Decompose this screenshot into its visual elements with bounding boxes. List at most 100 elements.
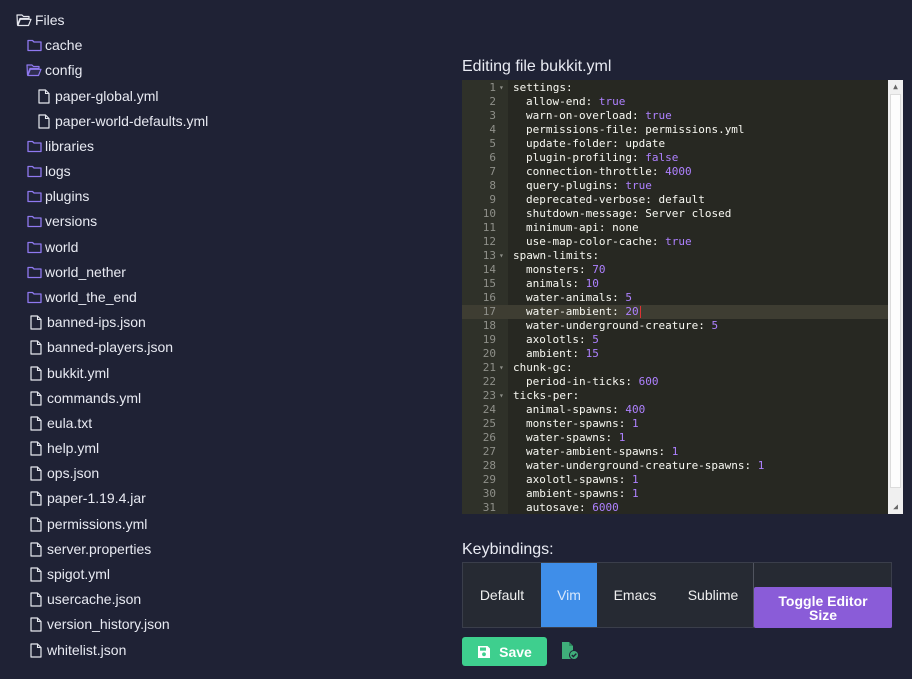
- code-line[interactable]: 7 connection-throttle: 4000: [462, 165, 888, 179]
- folder-item-logs[interactable]: logs: [26, 160, 71, 182]
- yaml-value: 20: [625, 305, 639, 318]
- line-number: 15: [482, 277, 496, 290]
- keybinding-sublime-button[interactable]: Sublime: [673, 563, 753, 627]
- code-line[interactable]: 12 use-map-color-cache: true: [462, 235, 888, 249]
- fold-arrow-icon[interactable]: ▾: [499, 81, 507, 95]
- file-item-paper-world-defaults-yml[interactable]: paper-world-defaults.yml: [36, 110, 208, 132]
- fold-arrow-icon[interactable]: ▾: [499, 361, 507, 375]
- code-line[interactable]: 4 permissions-file: permissions.yml: [462, 123, 888, 137]
- file-icon: [28, 516, 44, 532]
- save-button[interactable]: Save: [462, 637, 547, 666]
- code-line[interactable]: 14 monsters: 70: [462, 263, 888, 277]
- code-line[interactable]: 31 autosave: 6000: [462, 501, 888, 514]
- folder-icon: [26, 264, 42, 280]
- file-item-paper-1-19-4-jar[interactable]: paper-1.19.4.jar: [28, 487, 146, 509]
- file-item-version-history-json[interactable]: version_history.json: [28, 613, 170, 635]
- line-number: 31: [482, 501, 496, 514]
- code-line[interactable]: 21 ▾ chunk-gc:: [462, 361, 888, 375]
- file-item-spigot-yml[interactable]: spigot.yml: [28, 563, 110, 585]
- tree-item-label: spigot.yml: [47, 566, 111, 582]
- file-item-whitelist-json[interactable]: whitelist.json: [28, 639, 126, 661]
- tree-root-files[interactable]: Files: [16, 9, 65, 31]
- yaml-key: period-in-ticks: [526, 375, 626, 388]
- folder-item-config[interactable]: config: [26, 59, 82, 81]
- code-text: allow-end: true: [526, 95, 626, 108]
- code-editor[interactable]: 1 ▾ settings: 2 allow-end: true 3 warn-on-over…: [462, 80, 903, 514]
- code-line[interactable]: 25 monster-spawns: 1: [462, 417, 888, 431]
- keybinding-vim-button[interactable]: Vim: [541, 563, 597, 627]
- code-line[interactable]: 22 period-in-ticks: 600: [462, 375, 888, 389]
- file-item-permissions-yml[interactable]: permissions.yml: [28, 513, 147, 535]
- code-line[interactable]: 18 water-underground-creature: 5: [462, 319, 888, 333]
- file-item-eula-txt[interactable]: eula.txt: [28, 412, 92, 434]
- code-line[interactable]: 6 plugin-profiling: false: [462, 151, 888, 165]
- file-item-help-yml[interactable]: help.yml: [28, 437, 99, 459]
- code-line[interactable]: 26 water-spawns: 1: [462, 431, 888, 445]
- code-line[interactable]: 23 ▾ ticks-per:: [462, 389, 888, 403]
- folder-item-cache[interactable]: cache: [26, 34, 82, 56]
- file-item-paper-global-yml[interactable]: paper-global.yml: [36, 85, 159, 107]
- yaml-key: water-animals: [526, 291, 613, 304]
- folder-item-plugins[interactable]: plugins: [26, 185, 89, 207]
- code-line[interactable]: 10 shutdown-message: Server closed: [462, 207, 888, 221]
- file-item-banned-ips-json[interactable]: banned-ips.json: [28, 311, 146, 333]
- yaml-value: true: [598, 95, 626, 108]
- code-text: query-plugins: true: [526, 179, 652, 192]
- yaml-key: axolotl-spawns: [526, 473, 619, 486]
- code-line[interactable]: 20 ambient: 15: [462, 347, 888, 361]
- yaml-value: 1: [757, 459, 765, 472]
- file-item-commands-yml[interactable]: commands.yml: [28, 387, 141, 409]
- resize-grip-icon[interactable]: ◢: [888, 500, 903, 514]
- code-line[interactable]: 5 update-folder: update: [462, 137, 888, 151]
- file-item-banned-players-json[interactable]: banned-players.json: [28, 336, 173, 358]
- yaml-value: 1: [631, 473, 639, 486]
- scroll-thumb[interactable]: [890, 94, 901, 488]
- code-text: settings:: [513, 81, 573, 94]
- yaml-key: warn-on-overload: [526, 109, 632, 122]
- fold-arrow-icon[interactable]: ▾: [499, 249, 507, 263]
- tree-item-label: libraries: [45, 138, 95, 154]
- folder-item-world-the-end[interactable]: world_the_end: [26, 286, 137, 308]
- code-line[interactable]: 19 axolotls: 5: [462, 333, 888, 347]
- folder-item-libraries[interactable]: libraries: [26, 135, 94, 157]
- folder-item-world-nether[interactable]: world_nether: [26, 261, 126, 283]
- file-item-ops-json[interactable]: ops.json: [28, 462, 99, 484]
- code-line[interactable]: 17 water-ambient: 20: [462, 305, 888, 319]
- code-line[interactable]: 15 animals: 10: [462, 277, 888, 291]
- code-line[interactable]: 8 query-plugins: true: [462, 179, 888, 193]
- scroll-up-icon[interactable]: ▲: [888, 80, 903, 94]
- folder-item-versions[interactable]: versions: [26, 210, 97, 232]
- file-item-usercache-json[interactable]: usercache.json: [28, 588, 141, 610]
- line-number: 7: [489, 165, 496, 178]
- file-validated-icon[interactable]: [560, 641, 580, 661]
- code-line[interactable]: 2 allow-end: true: [462, 95, 888, 109]
- code-line[interactable]: 30 ambient-spawns: 1: [462, 487, 888, 501]
- code-line[interactable]: 1 ▾ settings:: [462, 81, 888, 95]
- keybinding-default-button[interactable]: Default: [463, 563, 541, 627]
- code-text: water-animals: 5: [526, 291, 632, 304]
- yaml-value: 1: [618, 431, 626, 444]
- code-line[interactable]: 3 warn-on-overload: true: [462, 109, 888, 123]
- toggle-editor-size-button[interactable]: Toggle Editor Size: [754, 587, 892, 628]
- fold-arrow-icon[interactable]: ▾: [499, 389, 507, 403]
- code-line[interactable]: 27 water-ambient-spawns: 1: [462, 445, 888, 459]
- keybinding-emacs-button[interactable]: Emacs: [597, 563, 673, 627]
- file-icon: [36, 88, 52, 104]
- code-text: axolotl-spawns: 1: [526, 473, 639, 486]
- save-icon: [478, 645, 491, 658]
- code-line[interactable]: 11 minimum-api: none: [462, 221, 888, 235]
- code-line[interactable]: 29 axolotl-spawns: 1: [462, 473, 888, 487]
- file-item-server-properties[interactable]: server.properties: [28, 538, 151, 560]
- yaml-key: spawn-limits: [513, 249, 593, 262]
- folder-item-world[interactable]: world: [26, 236, 78, 258]
- file-item-bukkit-yml[interactable]: bukkit.yml: [28, 362, 109, 384]
- code-line[interactable]: 13 ▾ spawn-limits:: [462, 249, 888, 263]
- code-line[interactable]: 16 water-animals: 5: [462, 291, 888, 305]
- line-number: 10: [482, 207, 496, 220]
- code-line[interactable]: 28 water-underground-creature-spawns: 1: [462, 459, 888, 473]
- editor-scrollbar[interactable]: ▲ ◢: [888, 80, 903, 514]
- tree-item-label: permissions.yml: [47, 516, 148, 532]
- code-line[interactable]: 9 deprecated-verbose: default: [462, 193, 888, 207]
- folder-icon: [26, 37, 42, 53]
- code-line[interactable]: 24 animal-spawns: 400: [462, 403, 888, 417]
